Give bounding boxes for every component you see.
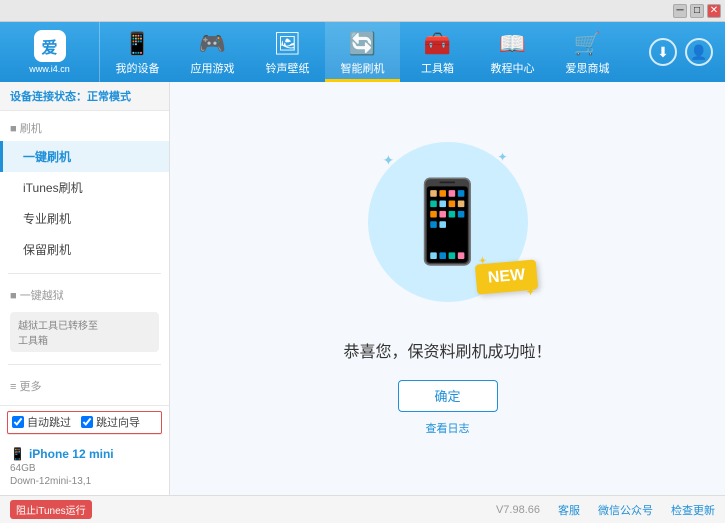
nav-shop-label: 爱思商城: [566, 60, 610, 76]
section-flash-header: ■ 刷机: [0, 115, 169, 141]
stop-itunes-button[interactable]: 阻止iTunes运行: [10, 500, 92, 519]
update-link[interactable]: 检查更新: [671, 502, 715, 518]
nav-wallpaper-icon: 🖼: [274, 31, 302, 57]
bottom-left: 阻止iTunes运行: [10, 500, 92, 519]
nav-wallpaper[interactable]: 🖼 铃声壁纸: [250, 22, 325, 82]
nav-my-device-icon: 📱: [124, 31, 151, 57]
logo-area: 爱 www.i4.cn: [0, 22, 100, 82]
nav-guide-icon: 📖: [499, 31, 526, 57]
nav-guide-label: 教程中心: [491, 60, 535, 76]
device-info: 📱 iPhone 12 mini 64GB Down-12mini-13,1: [0, 439, 169, 495]
nav-right: ⬇ 👤: [649, 38, 725, 66]
nav-apps-label: 应用游戏: [191, 60, 235, 76]
auto-jump-label: 自动跳过: [27, 414, 71, 430]
sparkle-tl-icon: ✦: [383, 152, 395, 169]
jump-wizard-checkbox[interactable]: 跳过向导: [81, 414, 140, 430]
device-capacity: 64GB: [10, 463, 159, 474]
device-section: 自动跳过 跳过向导 📱 iPhone 12 mini 64GB Down-12m…: [0, 405, 170, 495]
nav-shop-icon: 🛒: [574, 31, 601, 57]
section-jailbreak-title: ■ 一键越狱: [10, 287, 64, 303]
section-more-header: ≡ 更多: [0, 373, 169, 399]
bottom-right: V7.98.66 客服 微信公众号 检查更新: [496, 502, 715, 518]
jump-wizard-input[interactable]: [81, 416, 93, 428]
auto-jump-checkbox[interactable]: 自动跳过: [12, 414, 71, 430]
status-value: 正常模式: [87, 91, 131, 103]
content-area: ✦ ✦ 📱 NEW 恭喜您，保资料刷机成功啦！ 确定 查看日志: [170, 82, 725, 495]
nav-tools-icon: 🧰: [424, 31, 451, 57]
status-label: 设备连接状态：: [10, 91, 87, 103]
phone-icon: 📱: [398, 175, 498, 269]
nav-items: 📱 我的设备 🎮 应用游戏 🖼 铃声壁纸 🔄 智能刷机 🧰 工具箱 📖 教程中心…: [100, 22, 649, 82]
nav-smart-flash-label: 智能刷机: [341, 60, 385, 76]
nav-smart-flash-icon: 🔄: [349, 31, 376, 57]
nav-tools-label: 工具箱: [421, 60, 454, 76]
jailbreak-note: 越狱工具已转移至 工具箱: [10, 312, 159, 352]
section-jailbreak-header: ■ 一键越狱: [0, 282, 169, 308]
logo-text-icon: 爱: [41, 34, 57, 58]
success-illustration: ✦ ✦ 📱 NEW: [368, 142, 528, 318]
sidebar-pro-flash[interactable]: 专业刷机: [0, 203, 169, 234]
nav-apps-icon: 🎮: [199, 31, 226, 57]
nav-apps[interactable]: 🎮 应用游戏: [175, 22, 250, 82]
minimize-button[interactable]: ─: [673, 4, 687, 18]
sidebar-divider-1: [8, 273, 161, 274]
version-text: V7.98.66: [496, 504, 540, 516]
nav-shop[interactable]: 🛒 爱思商城: [550, 22, 625, 82]
device-model: Down-12mini-13,1: [10, 476, 159, 487]
section-jailbreak: ■ 一键越狱 越狱工具已转移至 工具箱: [0, 278, 169, 360]
restore-button[interactable]: □: [690, 4, 704, 18]
connection-status: 设备连接状态：正常模式: [0, 82, 169, 111]
wechat-link[interactable]: 微信公众号: [598, 502, 653, 518]
sidebar-itunes-flash[interactable]: iTunes刷机: [0, 172, 169, 203]
device-name: 📱 iPhone 12 mini: [10, 447, 159, 461]
phone-circle: ✦ ✦ 📱 NEW: [368, 142, 528, 302]
checkboxes-row: 自动跳过 跳过向导: [6, 410, 163, 435]
device-name-text: iPhone 12 mini: [29, 447, 114, 461]
confirm-button[interactable]: 确定: [398, 380, 498, 412]
nav-my-device[interactable]: 📱 我的设备: [100, 22, 175, 82]
top-nav: 爱 www.i4.cn 📱 我的设备 🎮 应用游戏 🖼 铃声壁纸 🔄 智能刷机 …: [0, 22, 725, 82]
nav-tools[interactable]: 🧰 工具箱: [400, 22, 475, 82]
support-link[interactable]: 客服: [558, 502, 580, 518]
new-badge: NEW: [475, 259, 539, 294]
sidebar-divider-2: [8, 364, 161, 365]
sidebar-keepdata-flash[interactable]: 保留刷机: [0, 234, 169, 265]
logo-icon: 爱: [34, 30, 66, 62]
nav-my-device-label: 我的设备: [116, 60, 160, 76]
sparkle-tr-icon: ✦: [497, 150, 507, 164]
section-flash: ■ 刷机 一键刷机 iTunes刷机 专业刷机 保留刷机: [0, 111, 169, 269]
section-flash-title: ■ 刷机: [10, 120, 42, 136]
user-button[interactable]: 👤: [685, 38, 713, 66]
nav-guide[interactable]: 📖 教程中心: [475, 22, 550, 82]
auto-jump-input[interactable]: [12, 416, 24, 428]
view-log-link[interactable]: 查看日志: [426, 420, 470, 436]
bottom-bar: 阻止iTunes运行 V7.98.66 客服 微信公众号 检查更新: [0, 495, 725, 523]
success-text: 恭喜您，保资料刷机成功啦！: [343, 338, 551, 362]
download-button[interactable]: ⬇: [649, 38, 677, 66]
close-button[interactable]: ✕: [707, 4, 721, 18]
section-more-title: ≡ 更多: [10, 378, 41, 394]
device-phone-icon: 📱: [10, 447, 25, 461]
sidebar-onekey-flash[interactable]: 一键刷机: [0, 141, 169, 172]
title-bar: ─ □ ✕: [0, 0, 725, 22]
logo-url: www.i4.cn: [29, 64, 70, 74]
jump-wizard-label: 跳过向导: [96, 414, 140, 430]
nav-wallpaper-label: 铃声壁纸: [266, 60, 310, 76]
nav-smart-flash[interactable]: 🔄 智能刷机: [325, 22, 400, 82]
confirm-label: 确定: [434, 386, 460, 405]
